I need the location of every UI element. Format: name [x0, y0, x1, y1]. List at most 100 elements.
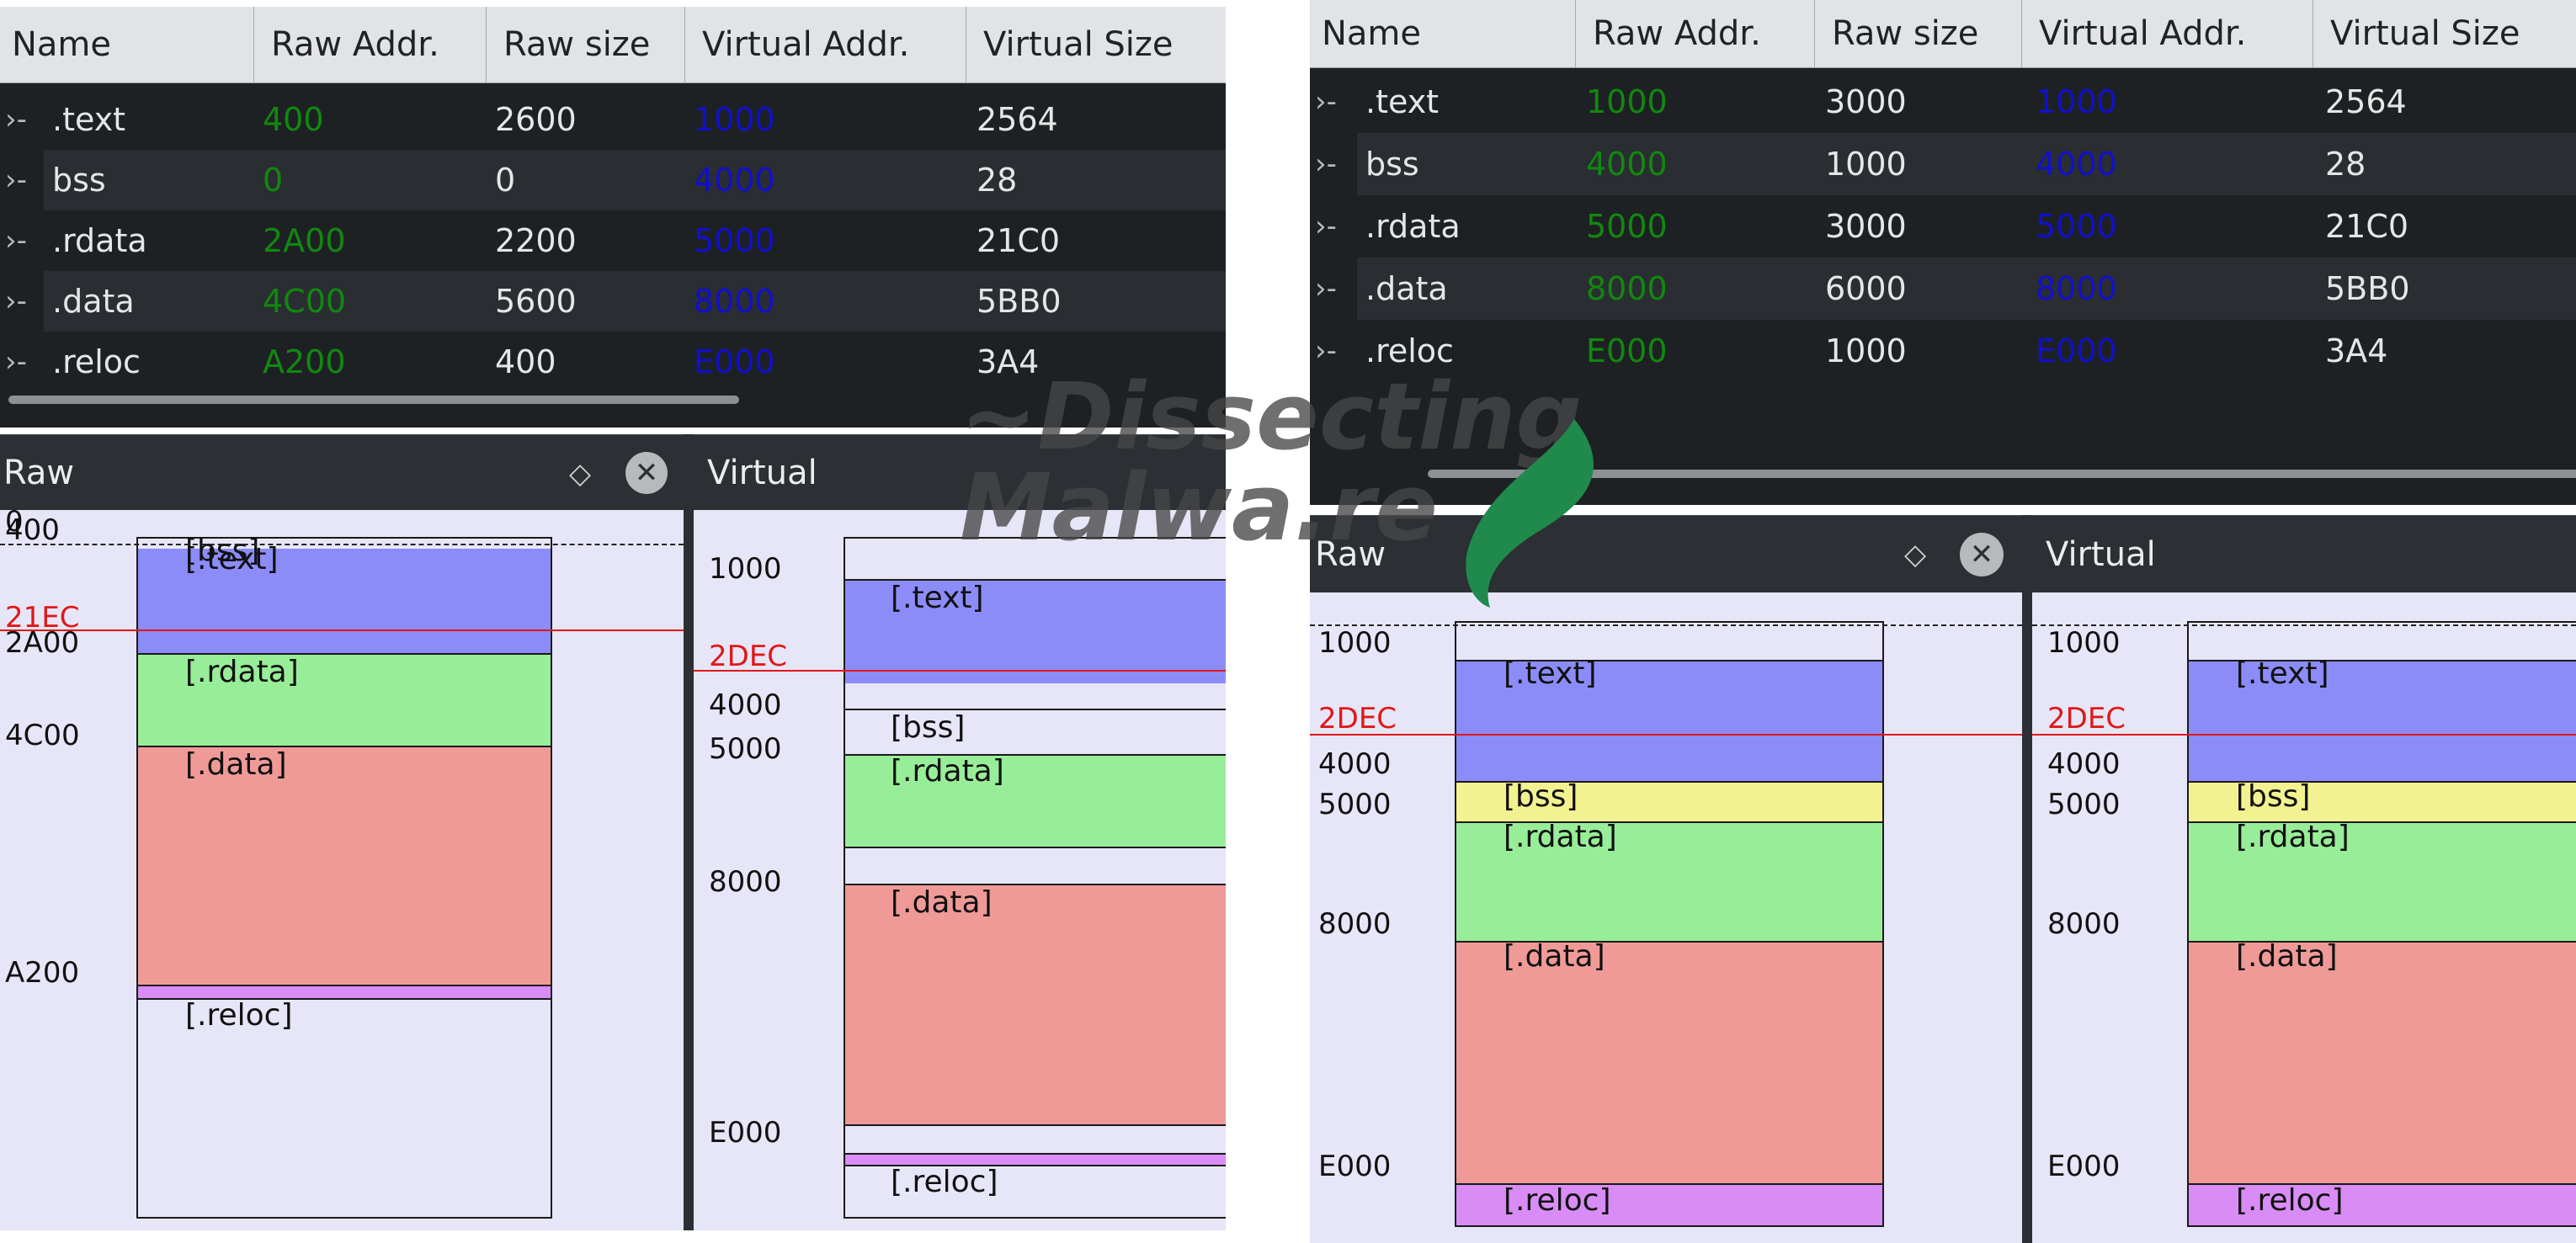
row-raw-size: 0 [495, 162, 516, 199]
raw-offset-label: 4000 [1318, 747, 1392, 781]
raw-segment-header [1456, 623, 1882, 660]
float-panel-icon[interactable]: ◇ [1904, 538, 1926, 571]
close-panel-icon[interactable]: ✕ [625, 452, 668, 494]
close-panel-icon[interactable]: ✕ [1960, 533, 2004, 576]
row-raw-size: 3000 [1825, 208, 1907, 245]
row-virtual-size: 21C0 [2325, 208, 2409, 245]
raw-label-text: [.text] [185, 542, 279, 576]
virtual-view-canvas: [.text] [bss] [.rdata] [.data] [.reloc] … [694, 510, 1226, 1230]
virtual-offset-label: 8000 [709, 865, 782, 899]
virtual-section-column: [.text] [bss] [.rdata] [.data] [.reloc] [2187, 621, 2576, 1227]
col-raw-addr[interactable]: Raw Addr. [1576, 0, 1815, 67]
col-virtual-size[interactable]: Virtual Size [2313, 0, 2576, 67]
raw-section-column: [bss] [.text] [.rdata] [.data] [.reloc] [136, 534, 552, 1219]
expand-chevron-icon[interactable]: ›- [1315, 133, 1337, 195]
expand-chevron-icon[interactable]: ›- [1315, 195, 1337, 258]
table-row[interactable]: ›- bss 4000 1000 4000 28 [1315, 133, 2576, 195]
row-virtual-addr: 4000 [694, 162, 775, 199]
raw-offset-label: 2A00 [5, 626, 80, 660]
row-name: .data [52, 283, 135, 320]
row-virtual-addr: 5000 [694, 222, 775, 259]
table-horizontal-scrollbar[interactable] [8, 396, 739, 404]
raw-view-header: Raw ◇ ✕ [0, 434, 684, 511]
virtual-section-column: [.text] [bss] [.rdata] [.data] [.reloc] [844, 537, 1226, 1219]
left-table-header: Name Raw Addr. Raw size Virtual Addr. Vi… [0, 7, 1226, 83]
row-raw-size: 2600 [495, 101, 577, 138]
table-row[interactable]: ›- .text 400 2600 1000 2564 [0, 89, 1226, 150]
expand-chevron-icon[interactable]: ›- [5, 332, 27, 392]
virtual-label-bss: [bss] [891, 710, 966, 745]
col-raw-addr[interactable]: Raw Addr. [254, 7, 487, 82]
col-raw-size[interactable]: Raw size [1815, 0, 2022, 67]
row-virtual-size: 2564 [977, 101, 1058, 138]
virtual-label-data: [.data] [2236, 939, 2338, 974]
expand-chevron-icon[interactable]: ›- [5, 210, 27, 271]
virtual-offset-label: 5000 [2047, 788, 2121, 821]
row-virtual-addr: 4000 [2036, 146, 2117, 183]
col-name[interactable]: Name [0, 7, 254, 82]
row-name: .text [52, 101, 126, 138]
virtual-label-rdata: [.rdata] [2236, 820, 2350, 854]
float-panel-icon[interactable]: ◇ [569, 457, 591, 491]
left-pe-viewer: Name Raw Addr. Raw size Virtual Addr. Vi… [0, 7, 1226, 1230]
row-raw-addr: 4C00 [263, 283, 347, 320]
row-raw-addr: E000 [1586, 332, 1668, 369]
virtual-label-text: [.text] [2236, 656, 2329, 691]
view-splitter[interactable] [684, 434, 694, 1230]
virtual-offset-label: 4000 [2047, 747, 2121, 781]
raw-offset-label: 400 [5, 513, 60, 547]
table-row[interactable]: ›- bss 0 0 4000 28 [5, 150, 1226, 210]
raw-offset-label: E000 [1318, 1150, 1392, 1183]
raw-section-column: [.text] [bss] [.rdata] [.data] [.reloc] [1455, 621, 1884, 1227]
raw-segment-data [1456, 941, 1882, 1183]
row-raw-size: 6000 [1825, 270, 1907, 307]
raw-header-boundary-line [1310, 624, 2022, 626]
raw-label-bss: [bss] [1504, 779, 1578, 814]
virtual-offset-label: 8000 [2047, 907, 2121, 941]
col-raw-size[interactable]: Raw size [487, 7, 685, 82]
row-virtual-addr: 8000 [2036, 270, 2117, 307]
row-virtual-addr: 1000 [694, 101, 775, 138]
col-name[interactable]: Name [1310, 0, 1576, 67]
table-row[interactable]: ›- .rdata 2A00 2200 5000 21C0 [0, 210, 1226, 271]
expand-chevron-icon[interactable]: ›- [1315, 71, 1337, 133]
table-row[interactable]: ›- .text 1000 3000 1000 2564 [1310, 71, 2576, 133]
virtual-offset-label: E000 [2047, 1150, 2121, 1183]
raw-offset-label: A200 [5, 956, 80, 990]
virtual-offset-label: 5000 [709, 732, 782, 766]
view-splitter[interactable] [2022, 515, 2032, 1243]
row-virtual-size: 2564 [2325, 83, 2407, 120]
row-raw-size: 3000 [1825, 83, 1907, 120]
virtual-view-title: Virtual [707, 454, 817, 492]
virtual-offset-label: 1000 [709, 552, 782, 586]
col-virtual-addr[interactable]: Virtual Addr. [2022, 0, 2313, 67]
virtual-segment-header [2189, 623, 2576, 660]
row-raw-addr: A200 [263, 343, 346, 380]
expand-chevron-icon[interactable]: ›- [1315, 258, 1337, 320]
raw-label-reloc: [.reloc] [185, 998, 293, 1033]
expand-chevron-icon[interactable]: ›- [5, 271, 27, 332]
row-raw-size: 5600 [495, 283, 577, 320]
expand-chevron-icon[interactable]: ›- [5, 89, 27, 150]
row-name: .reloc [52, 343, 141, 380]
virtual-offset-label: 4000 [709, 688, 782, 722]
row-raw-addr: 400 [263, 101, 324, 138]
table-row[interactable]: ›- .rdata 5000 3000 5000 21C0 [1310, 195, 2576, 258]
table-row[interactable]: ›- .data 4C00 5600 8000 5BB0 [5, 271, 1226, 332]
virtual-label-rdata: [.rdata] [891, 754, 1004, 789]
col-virtual-addr[interactable]: Virtual Addr. [685, 7, 966, 82]
right-table-header: Name Raw Addr. Raw size Virtual Addr. Vi… [1310, 0, 2576, 68]
virtual-offset-label: 1000 [2047, 626, 2121, 660]
raw-offset-label: 8000 [1318, 907, 1392, 941]
row-virtual-size: 28 [2325, 146, 2366, 183]
virtual-label-reloc: [.reloc] [891, 1165, 998, 1199]
raw-offset-label: 1000 [1318, 626, 1392, 660]
virtual-view-header: Virtual [2032, 515, 2576, 593]
raw-cursor-line [1310, 734, 2022, 736]
virtual-offset-label: E000 [709, 1116, 782, 1150]
table-row[interactable]: ›- .data 8000 6000 8000 5BB0 [1315, 258, 2576, 320]
virtual-label-bss: [bss] [2236, 779, 2311, 814]
col-virtual-size[interactable]: Virtual Size [966, 7, 1226, 82]
expand-chevron-icon[interactable]: ›- [5, 150, 27, 210]
raw-offset-label: 5000 [1318, 788, 1392, 821]
